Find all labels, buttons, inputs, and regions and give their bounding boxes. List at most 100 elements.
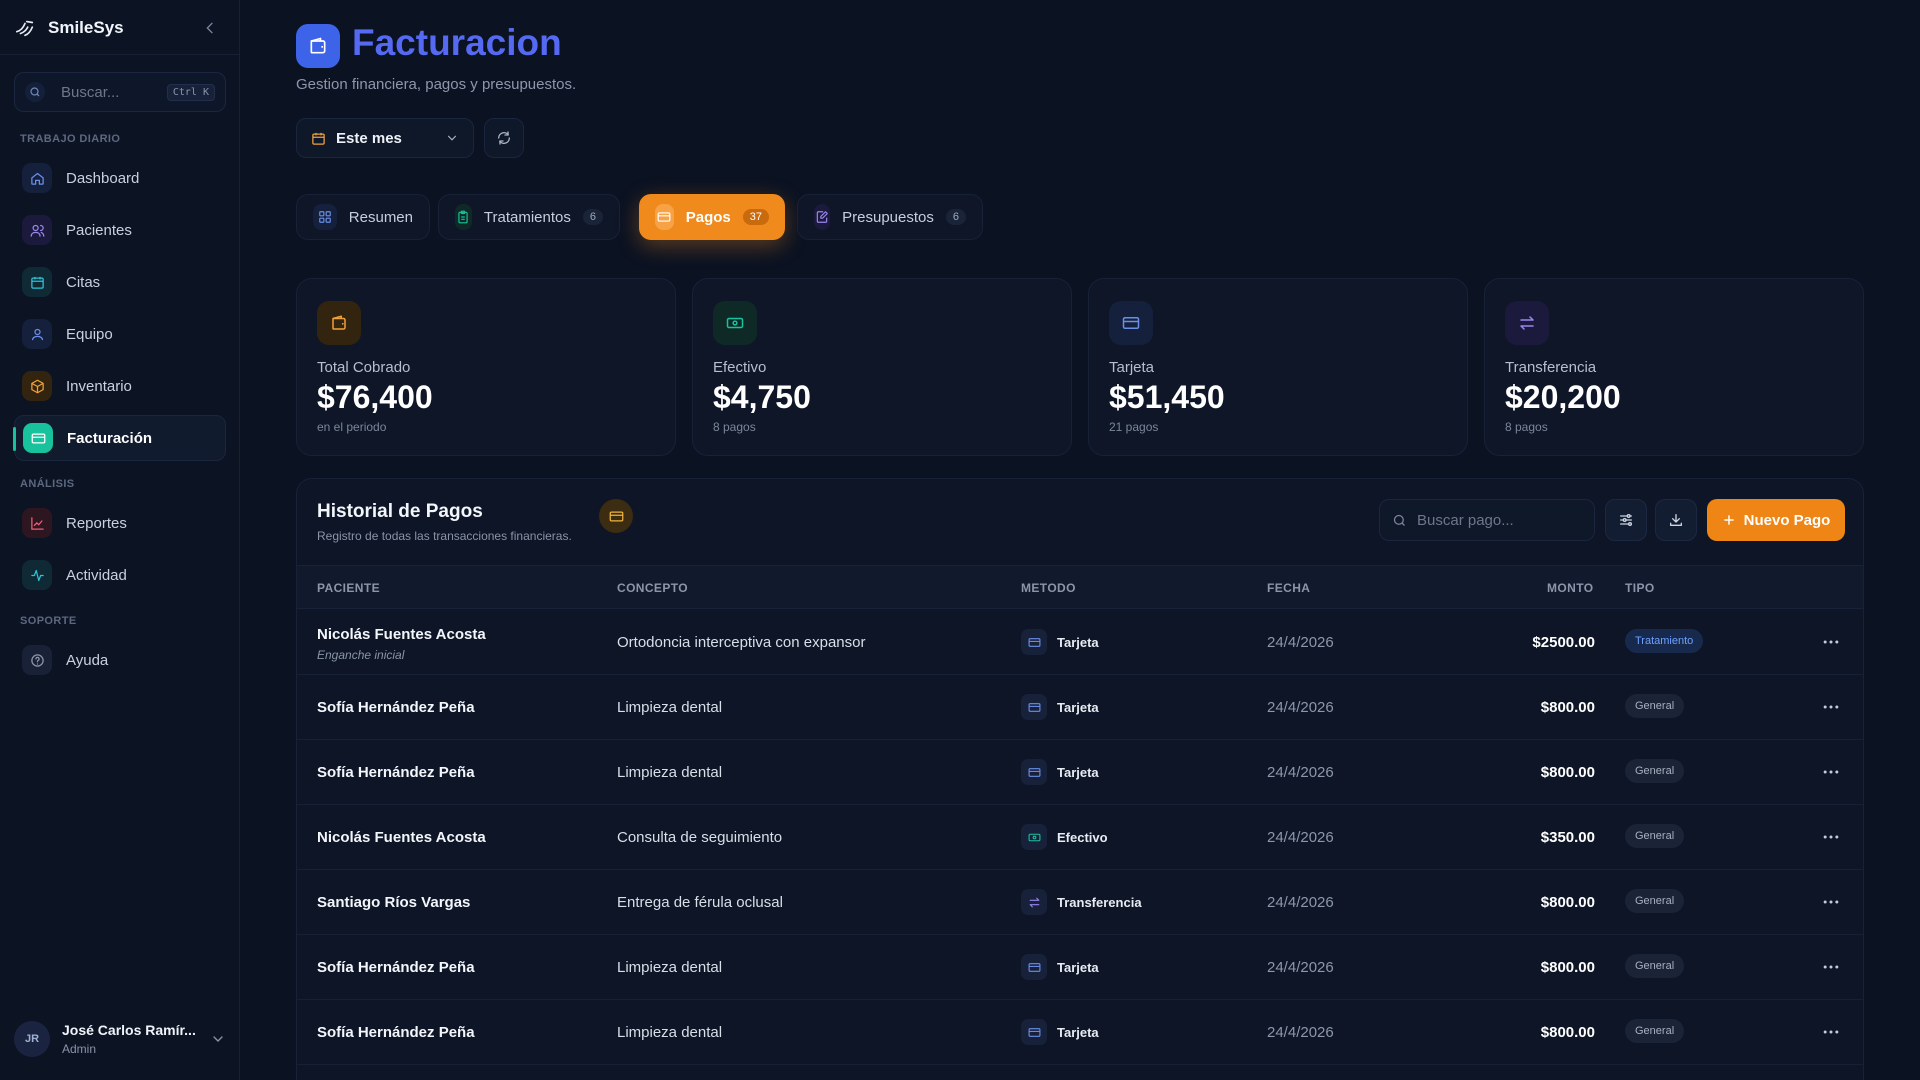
sidebar-search-input[interactable]: Buscar... Ctrl K	[14, 72, 226, 112]
type-badge: General	[1625, 954, 1685, 978]
table-row[interactable]: Sofía Hernández Peña Limpieza dental Tar…	[297, 935, 1863, 1000]
patient-name: Sofía Hernández Peña	[317, 1024, 475, 1041]
method-label: Tarjeta	[1057, 699, 1099, 715]
column-header-tipo: TIPO	[1625, 581, 1655, 595]
new-payment-button[interactable]: Nuevo Pago	[1707, 499, 1845, 541]
tab-pagos[interactable]: Pagos 37	[639, 194, 785, 240]
stat-card-efectivo: Efectivo $4,750 8 pagos	[692, 278, 1072, 456]
tab-resumen[interactable]: Resumen	[296, 194, 430, 240]
sidebar-item-citas[interactable]: Citas	[14, 259, 226, 305]
payment-method: Tarjeta	[1021, 954, 1099, 980]
calendar-icon	[311, 131, 326, 146]
payment-amount: $2500.00	[1532, 634, 1595, 651]
avatar: JR	[14, 1021, 50, 1057]
section-label-trabajo: TRABAJO DIARIO	[20, 133, 121, 145]
tab-label: Pagos	[685, 208, 731, 226]
stat-label: Efectivo	[713, 359, 767, 376]
sidebar-item-equipo[interactable]: Equipo	[14, 311, 226, 357]
stat-card-tarjeta: Tarjeta $51,450 21 pagos	[1088, 278, 1468, 456]
column-header-concepto: CONCEPTO	[617, 581, 688, 595]
payment-date: 24/4/2026	[1267, 894, 1334, 911]
search-placeholder: Buscar...	[61, 83, 120, 101]
payment-date: 24/4/2026	[1267, 1024, 1334, 1041]
new-payment-label: Nuevo Pago	[1743, 511, 1831, 529]
stat-sub: en el periodo	[317, 420, 387, 434]
table-row[interactable]: Nicolás Fuentes Acosta Enganche inicial …	[297, 610, 1863, 675]
user-menu[interactable]: JR José Carlos Ramír... Admin	[14, 1012, 226, 1066]
payment-method: Tarjeta	[1021, 759, 1099, 785]
sidebar-item-pacientes[interactable]: Pacientes	[14, 207, 226, 253]
table-row[interactable]: Sofía Hernández Peña Limpieza dental Tar…	[297, 740, 1863, 805]
patient-name: Sofía Hernández Peña	[317, 959, 475, 976]
tab-count: 37	[742, 209, 769, 225]
more-options-icon[interactable]	[1821, 892, 1841, 912]
payment-search-input[interactable]: Buscar pago...	[1379, 499, 1595, 541]
sidebar-item-label: Inventario	[66, 377, 132, 395]
sidebar-item-label: Citas	[66, 273, 101, 291]
payment-amount: $350.00	[1540, 829, 1595, 846]
page-subtitle: Gestion financiera, pagos y presupuestos…	[296, 76, 577, 93]
payment-method: Efectivo	[1021, 824, 1108, 850]
patient-name: Nicolás Fuentes Acosta	[317, 626, 486, 643]
download-button[interactable]	[1655, 499, 1697, 541]
sidebar-item-reportes[interactable]: Reportes	[14, 500, 226, 546]
chart-line-icon	[22, 508, 52, 538]
credit-card-icon	[1021, 629, 1047, 655]
sliders-icon	[1618, 512, 1634, 528]
more-options-icon[interactable]	[1821, 1022, 1841, 1042]
payment-date: 24/4/2026	[1267, 699, 1334, 716]
filter-button[interactable]	[1605, 499, 1647, 541]
period-label: Este mes	[336, 129, 402, 147]
table-row[interactable]: Santiago Ríos Vargas Entrega de férula o…	[297, 870, 1863, 935]
method-label: Transferencia	[1057, 894, 1142, 910]
sidebar-item-dashboard[interactable]: Dashboard	[14, 155, 226, 201]
table-row[interactable]: Sofía Hernández Peña Limpieza dental Tar…	[297, 1000, 1863, 1065]
sidebar-item-actividad[interactable]: Actividad	[14, 552, 226, 598]
tab-label: Tratamientos	[483, 208, 571, 226]
sidebar-item-facturacion[interactable]: Facturación	[13, 415, 226, 461]
cash-icon	[713, 301, 757, 345]
team-icon	[22, 319, 52, 349]
more-options-icon[interactable]	[1821, 632, 1841, 652]
more-options-icon[interactable]	[1821, 827, 1841, 847]
sidebar-item-ayuda[interactable]: Ayuda	[14, 637, 226, 683]
payment-method: Tarjeta	[1021, 1019, 1099, 1045]
patient-name: Sofía Hernández Peña	[317, 699, 475, 716]
payments-history-panel: Historial de Pagos Registro de todas las…	[296, 478, 1864, 1080]
user-info: José Carlos Ramír... Admin	[62, 1022, 210, 1056]
payment-concept: Entrega de férula oclusal	[617, 894, 783, 911]
more-options-icon[interactable]	[1821, 697, 1841, 717]
collapse-sidebar-icon[interactable]	[202, 20, 218, 36]
more-options-icon[interactable]	[1821, 762, 1841, 782]
tab-label: Resumen	[348, 208, 413, 226]
payment-date: 24/4/2026	[1267, 959, 1334, 976]
payment-concept: Limpieza dental	[617, 699, 723, 716]
type-badge: General	[1625, 824, 1685, 848]
patient-name: Santiago Ríos Vargas	[317, 894, 471, 911]
method-label: Tarjeta	[1057, 959, 1099, 975]
more-options-icon[interactable]	[1821, 957, 1841, 977]
wallet-icon	[296, 24, 340, 68]
table-row[interactable]: Sofía Hernández Peña Limpieza dental Tar…	[297, 675, 1863, 740]
tab-presupuestos[interactable]: Presupuestos 6	[797, 194, 983, 240]
payment-amount: $800.00	[1540, 959, 1595, 976]
tab-tratamientos[interactable]: Tratamientos 6	[438, 194, 620, 240]
method-label: Tarjeta	[1057, 1024, 1099, 1040]
sidebar-item-inventario[interactable]: Inventario	[14, 363, 226, 409]
tab-label: Presupuestos	[842, 208, 934, 226]
transfer-icon	[1021, 889, 1047, 915]
refresh-button[interactable]	[484, 118, 524, 158]
section-label-analisis: ANÁLISIS	[20, 478, 75, 490]
stat-value: $20,200	[1505, 379, 1621, 415]
period-select[interactable]: Este mes	[296, 118, 474, 158]
user-role: Admin	[62, 1042, 97, 1056]
credit-card-icon	[1021, 954, 1047, 980]
history-title: Historial de Pagos	[317, 501, 483, 522]
table-row[interactable]: Nicolás Fuentes Acosta Consulta de segui…	[297, 805, 1863, 870]
stat-card-total: Total Cobrado $76,400 en el periodo	[296, 278, 676, 456]
credit-card-icon	[1109, 301, 1153, 345]
stat-value: $4,750	[713, 379, 811, 415]
payment-date: 24/4/2026	[1267, 634, 1334, 651]
user-name: José Carlos Ramír...	[62, 1022, 196, 1038]
shortcut-badge: Ctrl K	[166, 83, 215, 101]
